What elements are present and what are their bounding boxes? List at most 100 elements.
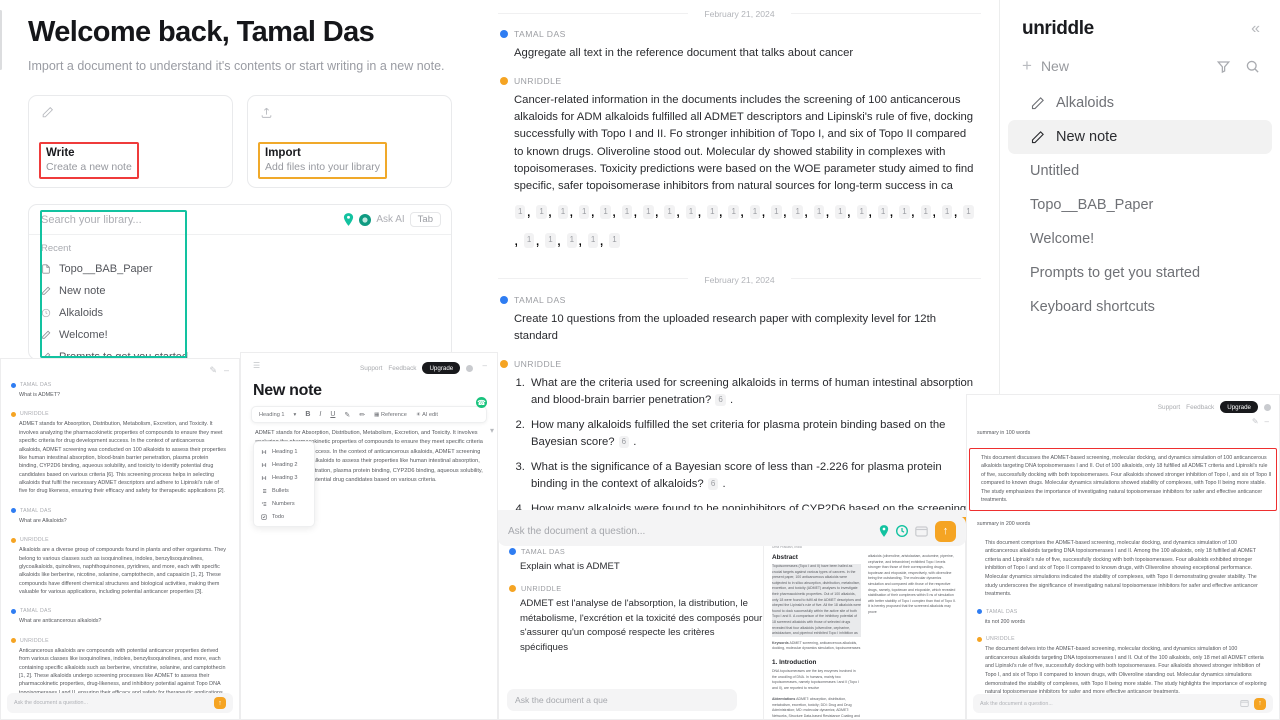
sidebar-item-welcome[interactable]: Welcome! (1008, 222, 1272, 256)
send-button[interactable]: ↑ (214, 697, 226, 709)
mini-chat-input-bar[interactable]: Ask the document a question... ↑ (7, 693, 233, 713)
citation-chip[interactable]: 1 (813, 204, 825, 220)
citation-chip[interactable]: 1 (771, 204, 782, 220)
attachment-icon[interactable] (1240, 700, 1249, 707)
citation-chip[interactable]: 1 (728, 204, 739, 220)
citation-chip[interactable]: 1 (557, 204, 569, 220)
citation-chip[interactable]: 1 (545, 233, 556, 248)
sidebar-item-untitled[interactable]: Untitled (1008, 154, 1272, 188)
style-option-todo[interactable]: Todo (254, 510, 314, 523)
scrollbar[interactable] (0, 10, 2, 70)
pencil-icon[interactable]: ✏ (359, 411, 365, 419)
style-dropdown-menu[interactable]: Heading 1 Heading 2 Heading 3 Bullets Number… (253, 441, 315, 527)
upgrade-button[interactable]: Upgrade (422, 362, 461, 374)
summary-chat-input-bar[interactable]: Ask the document a question... ↑ (973, 694, 1273, 713)
style-option-heading-1[interactable]: Heading 1 (254, 445, 314, 458)
feedback-link[interactable]: Feedback (388, 365, 416, 372)
citation-chip[interactable]: 1 (685, 204, 697, 220)
upgrade-button[interactable]: Upgrade (1220, 401, 1258, 413)
citation-chip[interactable]: 1 (609, 233, 620, 248)
citation-chip[interactable]: 1 (749, 204, 761, 220)
ask-ai-control[interactable]: Ask AI Tab (343, 212, 441, 227)
attachment-icon[interactable] (915, 525, 928, 537)
doc-chat-top-input[interactable]: Ask the document a question... (508, 526, 879, 537)
citation-chip[interactable]: 1 (587, 233, 599, 248)
summary-chat-input[interactable]: Ask the document a question... (980, 701, 1240, 707)
scroll-down-caret-icon[interactable]: ▾ (2, 712, 6, 720)
citation-chip[interactable]: 1 (707, 204, 718, 220)
sidebar-item-topo-bab-paper[interactable]: Topo__BAB_Paper (1008, 188, 1272, 222)
ai-edit-button[interactable]: ☀ AI edit (416, 412, 438, 418)
citation-chip[interactable]: 1 (621, 204, 633, 220)
sidebar-item-new-note[interactable]: New note (1008, 120, 1272, 154)
feedback-link[interactable]: Feedback (1186, 404, 1214, 411)
write-card[interactable]: Write Create a new note (28, 95, 233, 188)
style-option-heading-3[interactable]: Heading 3 (254, 471, 314, 484)
import-card[interactable]: Import Add files into your library (247, 95, 452, 188)
citation-chip[interactable]: 1 (792, 204, 803, 220)
sidebar-toggle-icon[interactable]: ☰ (253, 361, 260, 370)
citation-chip[interactable]: 1 (941, 204, 953, 220)
search-input[interactable]: Search your library... (41, 214, 142, 226)
avatar[interactable] (466, 364, 474, 372)
new-item-row[interactable]: + New (1000, 40, 1280, 86)
pencil-icon[interactable]: ✎ (209, 365, 217, 376)
recent-item-new-note[interactable]: New note (29, 280, 451, 302)
formatting-toolbar[interactable]: Heading 1 ▾ B I U ✎ ✏ ▦ Reference ☀ AI e… (251, 406, 487, 423)
doc-chat-input[interactable]: Ask the document a que (515, 695, 608, 705)
citation-chip[interactable]: 1 (856, 204, 867, 220)
avatar[interactable] (1264, 403, 1271, 411)
style-option-bullets[interactable]: Bullets (254, 484, 314, 497)
citation-chip[interactable]: 1 (920, 204, 931, 220)
underline-button[interactable]: U (330, 411, 335, 418)
style-dropdown-button[interactable]: Heading 1 (259, 412, 285, 418)
citation-chip[interactable]: 1 (536, 204, 547, 220)
citation-chip[interactable]: 1 (664, 204, 675, 220)
style-option-numbers[interactable]: Numbers (254, 497, 314, 510)
citation-chip[interactable]: 6 (707, 477, 719, 490)
recent-item-welcome[interactable]: Welcome! (29, 324, 451, 346)
citation-chip[interactable]: 1 (835, 204, 846, 220)
citation-chip-row[interactable]: 1, 1, 1, 1, 1, 1, 1, 1, 1, 1, 1, 1, 1, 1… (500, 198, 975, 256)
citation-chip[interactable]: 1 (877, 204, 889, 220)
scroll-down-caret-icon[interactable]: ▾ (490, 420, 494, 438)
refresh-icon[interactable] (896, 525, 908, 537)
citation-chip[interactable]: 1 (579, 204, 590, 220)
citation-chip[interactable]: 1 (963, 204, 974, 220)
chevron-double-left-icon[interactable]: « (1251, 20, 1260, 38)
citation-chip[interactable]: 1 (566, 233, 578, 248)
support-link[interactable]: Support (360, 365, 382, 372)
highlighter-icon[interactable]: ✎ (344, 411, 350, 419)
send-button[interactable]: ↑ (935, 520, 956, 542)
reference-button[interactable]: ▦ Reference (374, 412, 407, 418)
note-title[interactable]: New note (241, 370, 497, 406)
minimize-icon[interactable]: – (1265, 417, 1269, 426)
citation-chip[interactable]: 1 (899, 204, 910, 220)
citation-chip[interactable]: 1 (515, 204, 526, 220)
bold-button[interactable]: B (305, 411, 310, 418)
minimize-icon[interactable]: – (483, 361, 487, 370)
minimize-icon[interactable]: – (224, 365, 229, 376)
citation-chip[interactable]: 6 (618, 435, 630, 448)
whatsapp-share-icon[interactable]: ☎ (476, 397, 487, 408)
search-icon[interactable] (1245, 59, 1260, 74)
recent-item-topo-bab-paper[interactable]: Topo__BAB_Paper (29, 258, 451, 280)
sidebar-item-alkaloids[interactable]: Alkaloids (1008, 86, 1272, 120)
citation-chip[interactable]: 1 (643, 204, 654, 220)
send-button[interactable]: ↑ (1254, 697, 1266, 710)
mini-chat-input[interactable]: Ask the document a question... (14, 700, 214, 706)
filter-icon[interactable] (1216, 59, 1231, 74)
sidebar-item-keyboard-shortcuts[interactable]: Keyboard shortcuts (1008, 290, 1272, 324)
citation-chip[interactable]: 1 (600, 204, 611, 220)
citation-chip[interactable]: 6 (715, 393, 726, 406)
chevron-down-icon[interactable]: ▾ (294, 412, 297, 418)
doc-chat-input-bar[interactable]: Ask the document a que (507, 689, 737, 711)
doc-chat-top-input-bar[interactable]: Ask the document a question... ↑ (498, 516, 966, 546)
citation-chip[interactable]: 1 (523, 233, 535, 248)
italic-button[interactable]: I (319, 411, 321, 418)
support-link[interactable]: Support (1158, 404, 1180, 411)
style-option-heading-2[interactable]: Heading 2 (254, 458, 314, 471)
recent-item-alkaloids[interactable]: Alkaloids (29, 302, 451, 324)
pencil-icon[interactable]: ✎ (1252, 417, 1259, 426)
sidebar-item-prompts-to-get-you-started[interactable]: Prompts to get you started (1008, 256, 1272, 290)
